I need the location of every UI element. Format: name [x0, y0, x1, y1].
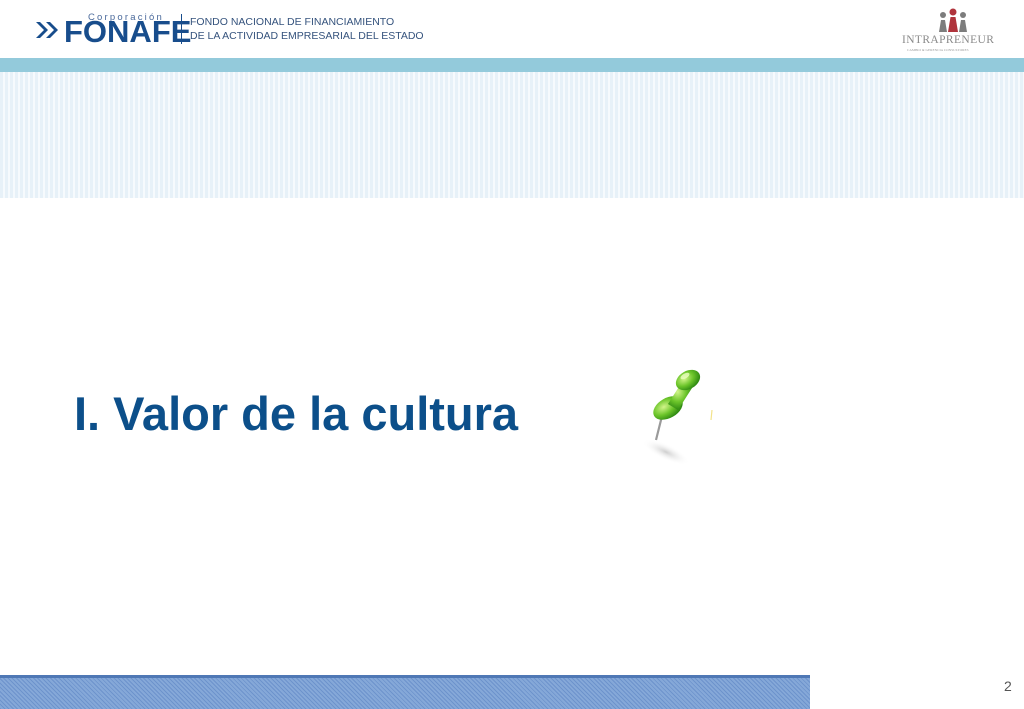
slide-header: Corporación FONAFE FONDO NACIONAL DE FIN…	[0, 0, 1024, 58]
page-number: 2	[1004, 678, 1012, 694]
intrapreneur-logo: INTRAPRENEUR CAMBIO & GERENCIA CONSULTOR…	[898, 8, 1008, 54]
fonafe-separator	[181, 14, 182, 44]
fonafe-logo: Corporación FONAFE FONDO NACIONAL DE FIN…	[34, 10, 424, 50]
double-chevron-icon	[36, 22, 58, 38]
intrapreneur-tagline: CAMBIO & GERENCIA CONSULTORES	[907, 48, 969, 52]
footer-bar	[0, 675, 810, 709]
fonafe-name-line1: FONDO NACIONAL DE FINANCIAMIENTO	[190, 16, 395, 28]
green-pushpin-icon	[642, 369, 713, 464]
intrapreneur-name: INTRAPRENEUR	[902, 34, 995, 46]
chess-pawns-icon	[939, 8, 967, 32]
fonafe-name-line2: DE LA ACTIVIDAD EMPRESARIAL DEL ESTADO	[190, 30, 424, 42]
slide-title: I. Valor de la cultura	[74, 387, 519, 440]
fonafe-wordmark: FONAFE	[64, 14, 192, 49]
header-rule	[0, 58, 1024, 72]
header-band	[0, 72, 1024, 198]
